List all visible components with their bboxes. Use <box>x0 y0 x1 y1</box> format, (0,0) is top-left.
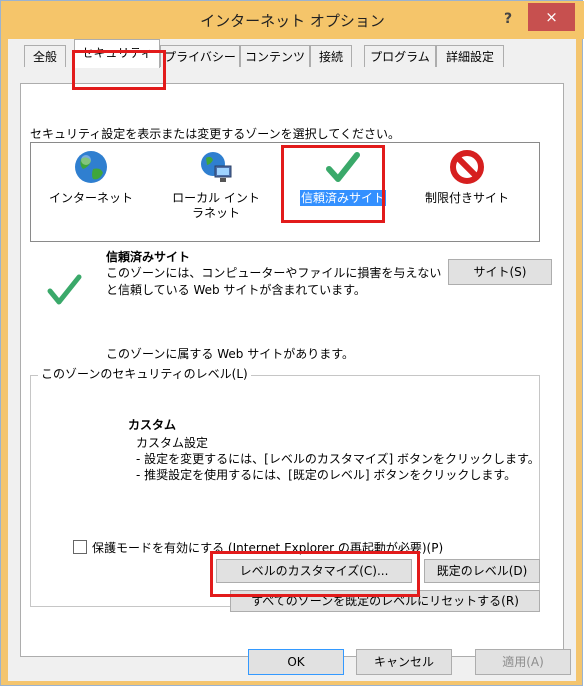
security-level-title: このゾーンのセキュリティのレベル(L) <box>38 365 251 382</box>
default-level-button[interactable]: 既定のレベル(D) <box>424 559 540 583</box>
level-description-line: カスタム設定 <box>136 436 209 450</box>
zone-description-line: このゾーンには、コンピューターやファイルに損害を与えない <box>106 266 442 280</box>
zone-label: 信頼済みサイト <box>299 190 386 206</box>
zone-trusted-sites[interactable]: 信頼済みサイト <box>288 145 398 241</box>
tab-general[interactable]: 全般 <box>24 45 66 67</box>
tab-programs[interactable]: プログラム <box>364 45 436 67</box>
tab-advanced[interactable]: 詳細設定 <box>436 45 504 67</box>
zone-label: ローカル イントラネット <box>172 191 260 220</box>
level-name: カスタム <box>128 418 177 432</box>
close-button[interactable]: × <box>528 3 575 31</box>
zone-restricted-sites[interactable]: 制限付きサイト <box>412 145 522 241</box>
tab-connections[interactable]: 接続 <box>310 45 352 67</box>
dialog-window: インターネット オプション ? × 全般 セキュリティ プライバシー コンテンツ… <box>0 0 584 686</box>
protected-mode-option[interactable]: 保護モードを有効にする (Internet Explorer の再起動が必要)(… <box>73 539 443 556</box>
zone-description-line: と信頼している Web サイトが含まれています。 <box>106 283 366 297</box>
zone-name: 信頼済みサイト <box>106 250 191 264</box>
tab-security[interactable]: セキュリティ <box>74 39 160 68</box>
zone-label: インターネット <box>48 191 133 205</box>
ok-button[interactable]: OK <box>248 649 344 675</box>
checkmark-icon <box>326 152 360 182</box>
globe-icon <box>75 151 107 183</box>
sites-button[interactable]: サイト(S) <box>448 259 552 285</box>
dialog-body: 全般 セキュリティ プライバシー コンテンツ 接続 プログラム 詳細設定 セキュ… <box>8 39 576 681</box>
reset-all-zones-button[interactable]: すべてのゾーンを既定のレベルにリセットする(R) <box>230 590 540 612</box>
tab-privacy[interactable]: プライバシー <box>160 45 240 67</box>
protected-mode-checkbox[interactable] <box>73 540 87 554</box>
zone-label: 制限付きサイト <box>424 191 509 205</box>
restricted-icon <box>450 150 484 184</box>
sites-note: このゾーンに属する Web サイトがあります。 <box>106 347 354 361</box>
help-button[interactable]: ? <box>493 7 523 31</box>
apply-button[interactable]: 適用(A) <box>475 649 571 675</box>
intranet-icon <box>201 152 232 182</box>
cancel-button[interactable]: キャンセル <box>356 649 452 675</box>
level-description-line: - 設定を変更するには、[レベルのカスタマイズ] ボタンをクリックします。 <box>136 452 540 466</box>
title-bar: インターネット オプション ? × <box>1 1 584 39</box>
zone-prompt: セキュリティ設定を表示または変更するゾーンを選択してください。 <box>30 127 400 141</box>
tab-content[interactable]: コンテンツ <box>240 45 310 67</box>
custom-level-button[interactable]: レベルのカスタマイズ(C)... <box>216 559 412 583</box>
zone-internet[interactable]: インターネット <box>36 145 146 241</box>
zone-local-intranet[interactable]: ローカル イントラネット <box>161 145 271 241</box>
zone-list: インターネット ローカル イントラネット 信頼済みサイト 制限付きサイト <box>30 142 540 242</box>
protected-mode-label: 保護モードを有効にする (Internet Explorer の再起動が必要)(… <box>92 541 444 555</box>
level-description-line: - 推奨設定を使用するには、[既定のレベル] ボタンをクリックします。 <box>136 468 517 482</box>
zone-check-icon <box>47 274 82 305</box>
